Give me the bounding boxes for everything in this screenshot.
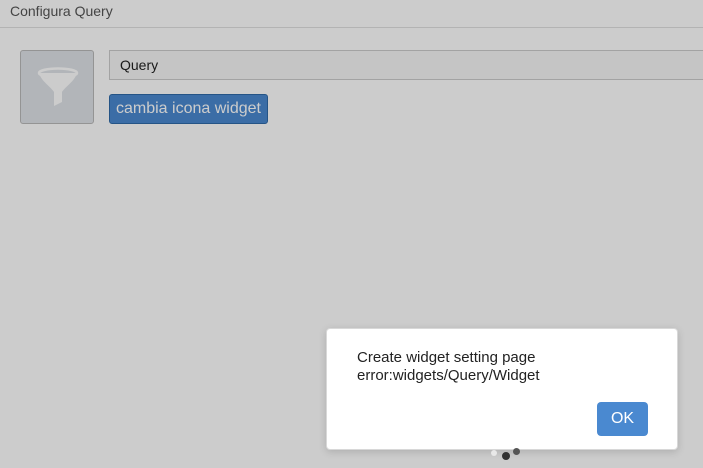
spinner-dot xyxy=(513,448,520,455)
loading-spinner-icon xyxy=(488,446,524,462)
dialog-message-line-1: Create widget setting page xyxy=(357,349,536,366)
spinner-dot xyxy=(491,450,497,456)
error-dialog: Create widget setting page error:widgets… xyxy=(326,328,678,450)
ok-button[interactable]: OK xyxy=(597,402,648,436)
spinner-dot xyxy=(502,452,510,460)
dialog-message-line-2: error:widgets/Query/Widget xyxy=(357,367,540,384)
dialog-message: Create widget setting page error:widgets… xyxy=(357,349,657,385)
